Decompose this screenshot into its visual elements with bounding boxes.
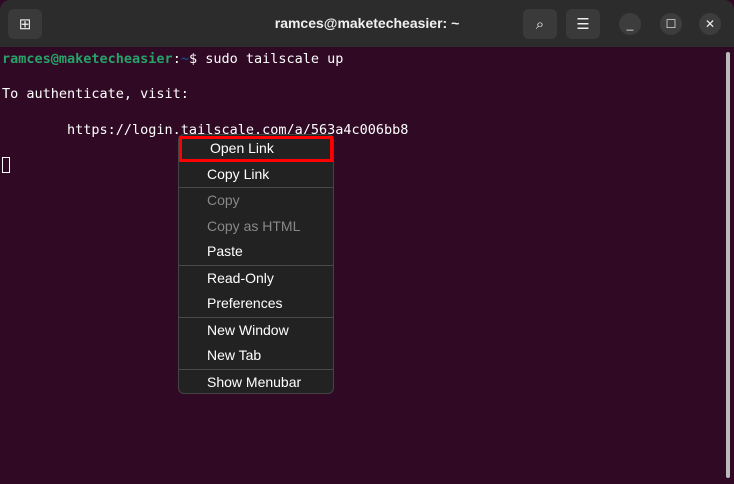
menu-item-copy-as-html: Copy as HTML — [207, 217, 301, 234]
title-bar: ⊞ ramces@maketecheasier: ~ ⌕ ☰ _ ☐ ✕ — [0, 0, 734, 47]
menu-item-paste[interactable]: Paste — [179, 239, 333, 265]
command: sudo tailscale up — [205, 51, 344, 67]
menu-item-copy-link[interactable]: Copy Link — [179, 162, 333, 188]
prompt-sep: : — [172, 51, 181, 67]
menu-item-show-menubar[interactable]: Show Menubar — [179, 370, 333, 396]
minimize-icon: _ — [626, 17, 634, 31]
scrollbar[interactable] — [726, 52, 730, 478]
menu-item-open-link[interactable]: Open Link — [179, 136, 333, 162]
search-icon: ⌕ — [535, 15, 545, 33]
maximize-icon: ☐ — [665, 17, 677, 31]
close-button[interactable]: ✕ — [699, 13, 721, 35]
close-icon: ✕ — [704, 17, 716, 31]
menu-item-preferences[interactable]: Preferences — [179, 291, 333, 317]
search-button[interactable]: ⌕ — [523, 9, 557, 39]
auth-message: To authenticate, visit: — [2, 86, 189, 103]
prompt-path: ~ — [180, 51, 189, 67]
menu-item-read-only[interactable]: Read-Only — [179, 266, 333, 292]
prompt-user: ramces@maketecheasier — [2, 51, 173, 67]
prompt-symbol: $ — [188, 51, 206, 67]
maximize-button[interactable]: ☐ — [660, 13, 682, 35]
hamburger-icon: ☰ — [576, 16, 590, 33]
context-menu: Open Link Copy Link Copy Copy as HTML Pa… — [178, 134, 334, 394]
menu-item-new-window[interactable]: New Window — [179, 318, 333, 344]
cursor — [2, 157, 10, 174]
menu-item-copy: Copy — [207, 192, 240, 208]
menu-button[interactable]: ☰ — [566, 9, 600, 39]
menu-item-new-tab[interactable]: New Tab — [179, 343, 333, 369]
minimize-button[interactable]: _ — [619, 13, 641, 35]
